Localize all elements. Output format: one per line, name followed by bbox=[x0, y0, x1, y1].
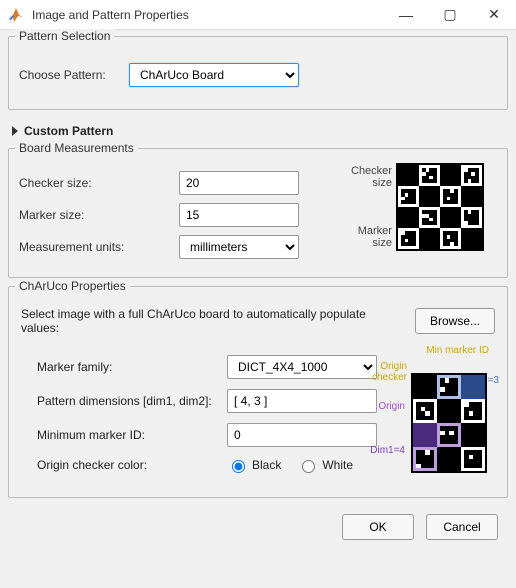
close-button[interactable]: ✕ bbox=[472, 0, 516, 30]
annot-dim1: Dim1=4 bbox=[370, 445, 405, 456]
custom-pattern-label: Custom Pattern bbox=[24, 124, 113, 138]
checker-size-input[interactable] bbox=[179, 171, 299, 195]
checker-size-label: Checker size: bbox=[19, 176, 179, 190]
board-measurements-group: Board Measurements Checker size: Marker … bbox=[8, 148, 508, 278]
board-measurements-legend: Board Measurements bbox=[15, 141, 138, 155]
origin-color-white-radio[interactable] bbox=[302, 460, 315, 473]
pattern-selection-group: Pattern Selection Choose Pattern: ChArUc… bbox=[8, 36, 508, 110]
origin-color-white-option[interactable]: White bbox=[297, 457, 353, 473]
min-marker-id-input[interactable] bbox=[227, 423, 377, 447]
charuco-browse-prompt: Select image with a full ChArUco board t… bbox=[21, 307, 405, 335]
ok-button[interactable]: OK bbox=[342, 514, 414, 540]
units-select[interactable]: millimeters bbox=[179, 235, 299, 259]
chevron-right-icon bbox=[12, 126, 18, 136]
marker-family-label: Marker family: bbox=[37, 360, 227, 374]
charuco-preview: Min marker ID Origin checker Dim2=3 Orig… bbox=[379, 345, 497, 487]
pattern-selection-legend: Pattern Selection bbox=[15, 29, 114, 43]
minimize-button[interactable]: — bbox=[384, 0, 428, 30]
marker-size-label: Marker size: bbox=[19, 208, 179, 222]
min-marker-id-label: Minimum marker ID: bbox=[37, 428, 227, 442]
marker-size-input[interactable] bbox=[179, 203, 299, 227]
origin-checker-color-label: Origin checker color: bbox=[37, 458, 227, 472]
dialog-content: Pattern Selection Choose Pattern: ChArUc… bbox=[0, 30, 516, 548]
preview-marker-label: Marker size bbox=[351, 225, 392, 249]
preview-checker-label: Checker size bbox=[351, 165, 392, 189]
charuco-properties-group: ChArUco Properties Select image with a f… bbox=[8, 286, 508, 498]
choose-pattern-select[interactable]: ChArUco Board bbox=[129, 63, 299, 87]
cancel-button[interactable]: Cancel bbox=[426, 514, 498, 540]
annot-origin: Origin bbox=[378, 401, 405, 412]
annot-origin-checker: Origin checker bbox=[347, 361, 407, 383]
origin-color-black-option[interactable]: Black bbox=[227, 457, 281, 473]
charuco-properties-legend: ChArUco Properties bbox=[15, 279, 130, 293]
choose-pattern-label: Choose Pattern: bbox=[19, 68, 129, 82]
window-title: Image and Pattern Properties bbox=[32, 8, 384, 22]
checkerboard-preview-icon bbox=[396, 163, 484, 251]
maximize-button[interactable]: ▢ bbox=[428, 0, 472, 30]
browse-button[interactable]: Browse... bbox=[415, 308, 495, 334]
units-label: Measurement units: bbox=[19, 240, 179, 254]
pattern-dimensions-label: Pattern dimensions [dim1, dim2]: bbox=[37, 394, 227, 408]
annot-min-marker-id: Min marker ID bbox=[426, 345, 489, 356]
charuco-board-icon bbox=[411, 373, 487, 473]
origin-color-black-radio[interactable] bbox=[232, 460, 245, 473]
pattern-dimensions-input[interactable] bbox=[227, 389, 377, 413]
choose-pattern-row: Choose Pattern: ChArUco Board bbox=[19, 63, 497, 87]
titlebar: Image and Pattern Properties — ▢ ✕ bbox=[0, 0, 516, 30]
board-preview: Checker size Marker size bbox=[347, 163, 497, 267]
matlab-icon bbox=[8, 7, 24, 23]
window-controls: — ▢ ✕ bbox=[384, 0, 516, 30]
dialog-footer: OK Cancel bbox=[8, 506, 508, 540]
